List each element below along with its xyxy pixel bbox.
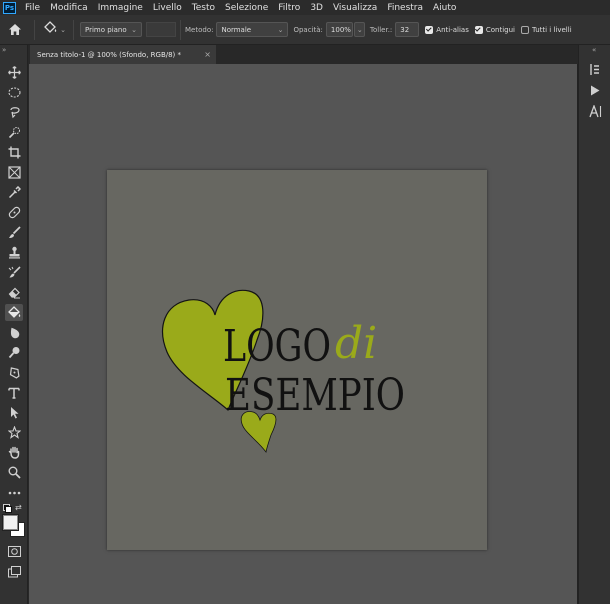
chevron-down-icon: ⌄ bbox=[131, 25, 137, 34]
pattern-picker[interactable] bbox=[146, 22, 176, 37]
menu-finestra[interactable]: Finestra bbox=[382, 3, 428, 13]
document-tab-title: Senza titolo-1 @ 100% (Sfondo, RGB/8) * bbox=[37, 50, 182, 59]
clone-stamp-tool-icon[interactable] bbox=[5, 244, 23, 261]
collapse-toolbar-icon[interactable]: » bbox=[2, 46, 6, 54]
document-canvas[interactable]: LOGO di ESEMPIO bbox=[107, 170, 487, 550]
move-tool-icon[interactable] bbox=[5, 64, 23, 81]
chevron-down-icon: ⌄ bbox=[277, 25, 284, 34]
actions-panel-icon[interactable] bbox=[587, 82, 603, 98]
checkbox-checked-icon bbox=[474, 25, 483, 34]
fill-source-value: Primo piano bbox=[85, 25, 127, 34]
dodge-tool-icon[interactable] bbox=[5, 344, 23, 361]
history-panel-icon[interactable] bbox=[587, 61, 603, 77]
options-divider bbox=[34, 19, 35, 40]
close-icon[interactable]: × bbox=[204, 50, 211, 59]
menu-filtro[interactable]: Filtro bbox=[273, 3, 305, 13]
swap-colors-icon[interactable]: ⇄ bbox=[15, 503, 22, 512]
checkbox-unchecked-icon bbox=[520, 25, 529, 34]
tolerance-input[interactable]: 32 bbox=[395, 22, 420, 37]
tolerance-value: 32 bbox=[400, 25, 410, 34]
document-tab-bar: Senza titolo-1 @ 100% (Sfondo, RGB/8) * … bbox=[30, 45, 578, 64]
right-panel-dock: « bbox=[578, 45, 610, 604]
marquee-tool-icon[interactable] bbox=[5, 84, 23, 101]
antialias-checkbox[interactable]: Anti-alias bbox=[425, 25, 469, 34]
checkbox-checked-icon bbox=[425, 25, 434, 34]
contiguous-label: Contigui bbox=[485, 25, 515, 34]
options-bar: ⌄ Primo piano ⌄ Metodo: Normale ⌄ Opacità:… bbox=[0, 15, 610, 45]
blend-mode-value: Normale bbox=[221, 25, 252, 34]
home-icon[interactable] bbox=[0, 17, 30, 43]
opacity-label: Opacità: bbox=[293, 25, 323, 34]
menu-immagine[interactable]: Immagine bbox=[93, 3, 148, 13]
menu-3d[interactable]: 3D bbox=[305, 3, 328, 13]
tool-preset-picker[interactable]: ⌄ bbox=[39, 19, 69, 41]
menu-file[interactable]: File bbox=[20, 3, 45, 13]
blur-tool-icon[interactable] bbox=[5, 324, 23, 341]
expand-panels-icon[interactable]: « bbox=[592, 46, 596, 54]
paint-bucket-tool-icon[interactable] bbox=[5, 304, 23, 321]
menu-selezione[interactable]: Selezione bbox=[220, 3, 273, 13]
menu-bar: Ps File Modifica Immagine Livello Testo … bbox=[0, 0, 610, 15]
contiguous-checkbox[interactable]: Contigui bbox=[474, 25, 515, 34]
zoom-tool-icon[interactable] bbox=[5, 464, 23, 481]
photoshop-logo[interactable]: Ps bbox=[3, 1, 16, 14]
lasso-tool-icon[interactable] bbox=[5, 104, 23, 121]
document-tab[interactable]: Senza titolo-1 @ 100% (Sfondo, RGB/8) * … bbox=[30, 45, 216, 64]
all-layers-label: Tutti i livelli bbox=[531, 25, 572, 34]
paint-bucket-preset-icon bbox=[42, 21, 58, 38]
screen-mode-icon[interactable] bbox=[5, 563, 23, 580]
logo-artwork: LOGO di ESEMPIO bbox=[162, 289, 405, 453]
blend-mode-dropdown[interactable]: Normale ⌄ bbox=[216, 22, 289, 37]
mode-label: Metodo: bbox=[185, 25, 214, 34]
opacity-field[interactable]: 100% bbox=[325, 22, 353, 37]
brush-tool-icon[interactable] bbox=[5, 224, 23, 241]
path-selection-tool-icon[interactable] bbox=[5, 404, 23, 421]
options-divider bbox=[73, 19, 74, 40]
antialias-label: Anti-alias bbox=[436, 25, 469, 34]
menu-livello[interactable]: Livello bbox=[148, 3, 187, 13]
logo-line-2: ESEMPIO bbox=[225, 370, 405, 421]
menu-visualizza[interactable]: Visualizza bbox=[328, 3, 382, 13]
quick-mask-icon[interactable] bbox=[5, 543, 23, 560]
logo-script-word: di bbox=[335, 318, 377, 369]
logo-line-1: LOGO bbox=[223, 321, 331, 372]
chevron-down-icon: ⌄ bbox=[60, 25, 66, 34]
menu-testo[interactable]: Testo bbox=[187, 3, 220, 13]
pen-tool-icon[interactable] bbox=[5, 364, 23, 381]
shape-tool-icon[interactable] bbox=[5, 424, 23, 441]
type-tool-icon[interactable] bbox=[5, 384, 23, 401]
default-colors-icon[interactable] bbox=[3, 504, 12, 513]
menu-modifica[interactable]: Modifica bbox=[45, 3, 93, 13]
menu-aiuto[interactable]: Aiuto bbox=[428, 3, 461, 13]
all-layers-checkbox[interactable]: Tutti i livelli bbox=[520, 25, 572, 34]
more-tools-icon[interactable] bbox=[5, 484, 23, 501]
tolerance-label: Toller.: bbox=[369, 25, 393, 34]
options-divider bbox=[180, 19, 181, 40]
character-panel-icon[interactable] bbox=[587, 103, 603, 119]
quick-selection-tool-icon[interactable] bbox=[5, 124, 23, 141]
foreground-color-swatch[interactable] bbox=[2, 514, 19, 531]
opacity-value: 100% bbox=[330, 25, 351, 34]
hand-tool-icon[interactable] bbox=[5, 444, 23, 461]
tools-panel: » ⇄ bbox=[0, 45, 28, 604]
eyedropper-tool-icon[interactable] bbox=[5, 184, 23, 201]
fill-source-dropdown[interactable]: Primo piano ⌄ bbox=[80, 22, 142, 37]
crop-tool-icon[interactable] bbox=[5, 144, 23, 161]
history-brush-tool-icon[interactable] bbox=[5, 264, 23, 281]
chevron-down-icon: ⌄ bbox=[356, 25, 363, 34]
eraser-tool-icon[interactable] bbox=[5, 284, 23, 301]
healing-brush-tool-icon[interactable] bbox=[5, 204, 23, 221]
opacity-slider-toggle[interactable]: ⌄ bbox=[353, 22, 365, 37]
frame-tool-icon[interactable] bbox=[5, 164, 23, 181]
